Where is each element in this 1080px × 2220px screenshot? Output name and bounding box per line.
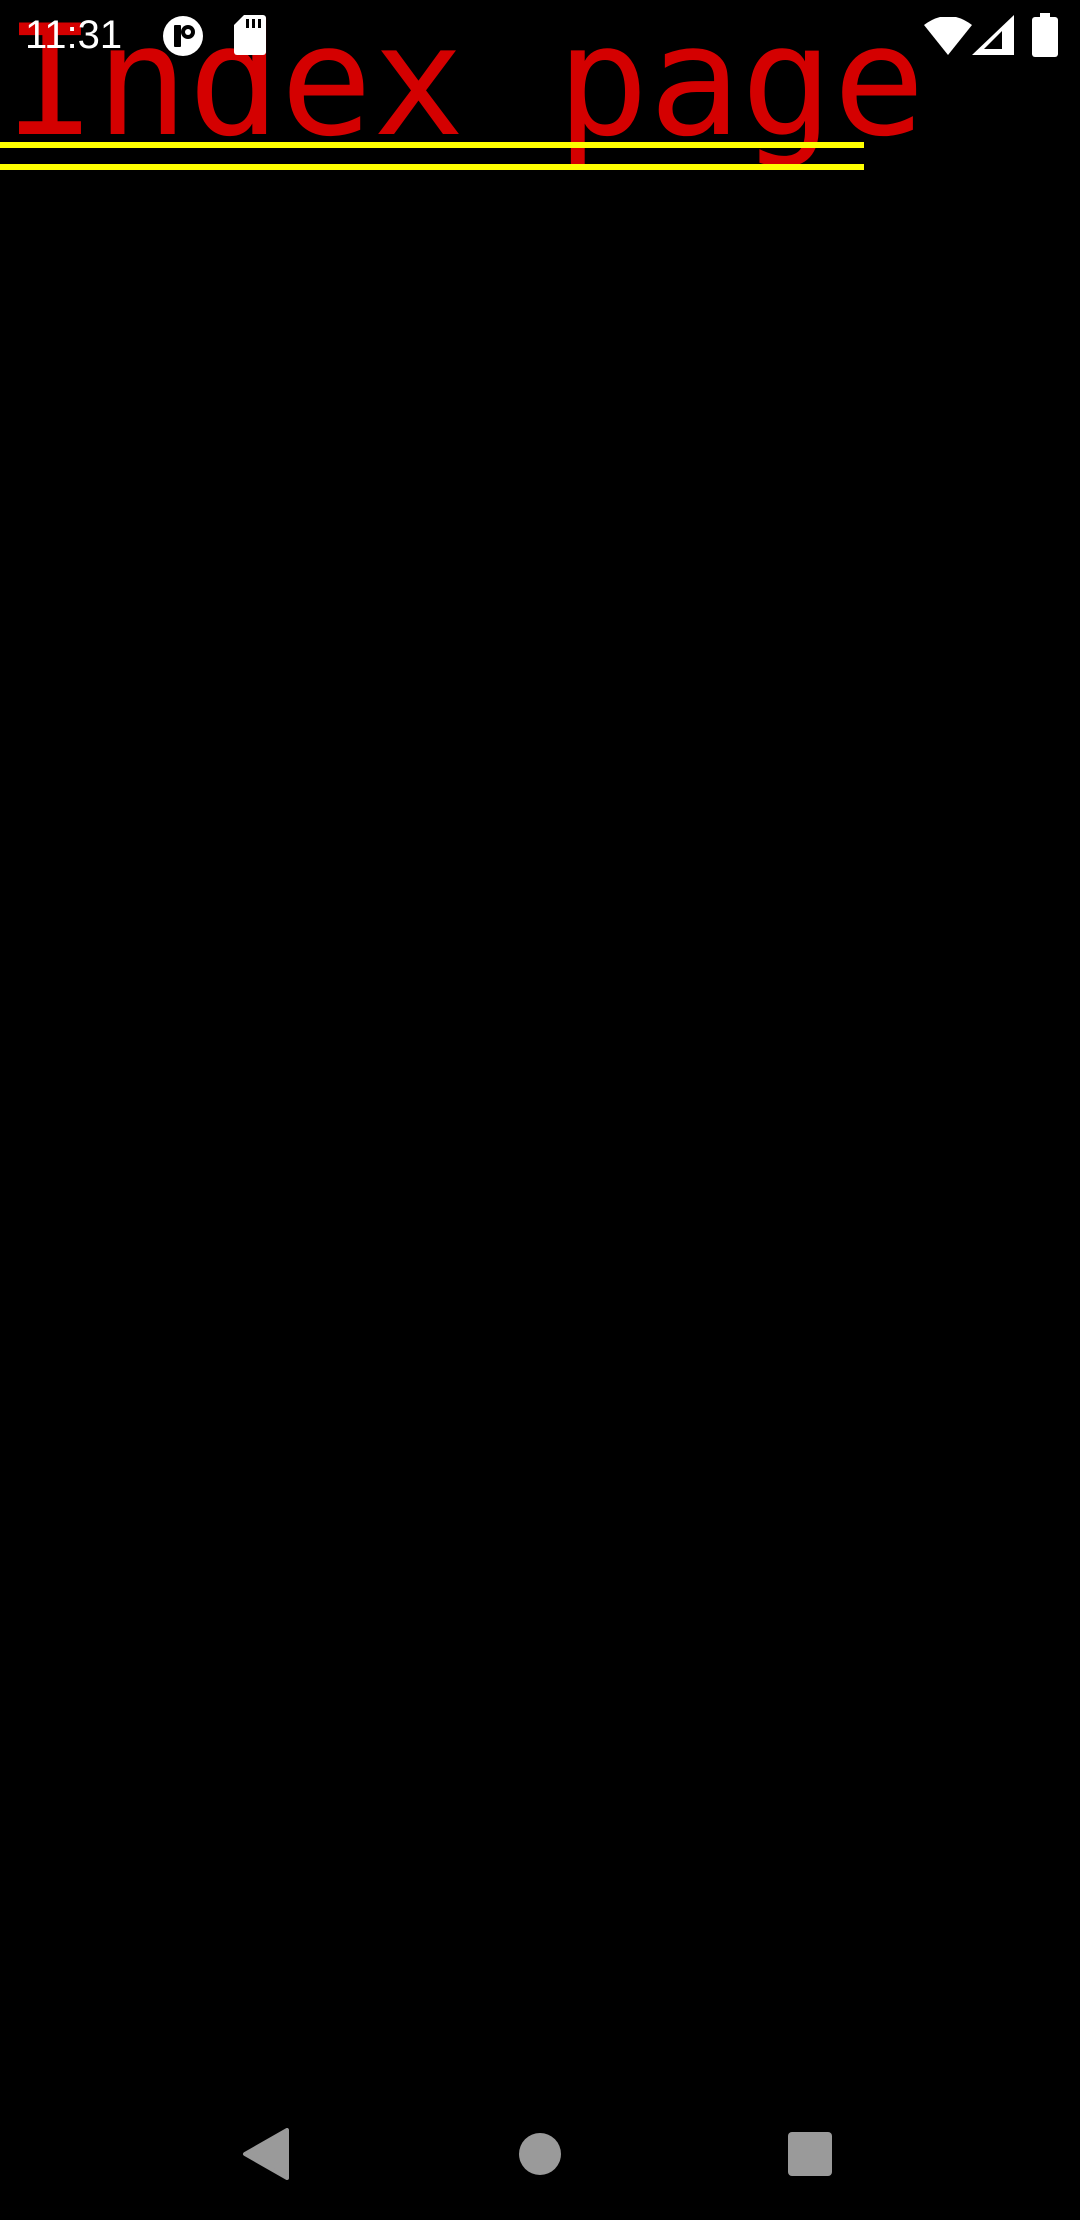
- recents-icon: [788, 2132, 832, 2176]
- wifi-icon: [924, 17, 972, 55]
- notification-ring-icon: [163, 16, 203, 56]
- status-bar: 11:31: [0, 0, 1080, 70]
- back-button[interactable]: [200, 2088, 332, 2220]
- back-icon: [243, 2128, 289, 2180]
- navigation-bar: [0, 2088, 1080, 2220]
- status-time: 11:31: [25, 13, 123, 57]
- home-icon: [519, 2133, 561, 2175]
- sd-card-icon: [234, 15, 266, 55]
- heading-rule-top: [0, 142, 864, 148]
- heading-rule-bottom: [0, 164, 864, 170]
- battery-icon: [1032, 13, 1058, 57]
- screen: Index page 11:31: [0, 0, 1080, 2220]
- recents-button[interactable]: [744, 2088, 876, 2220]
- home-button[interactable]: [474, 2088, 606, 2220]
- cell-signal-icon: [972, 15, 1014, 55]
